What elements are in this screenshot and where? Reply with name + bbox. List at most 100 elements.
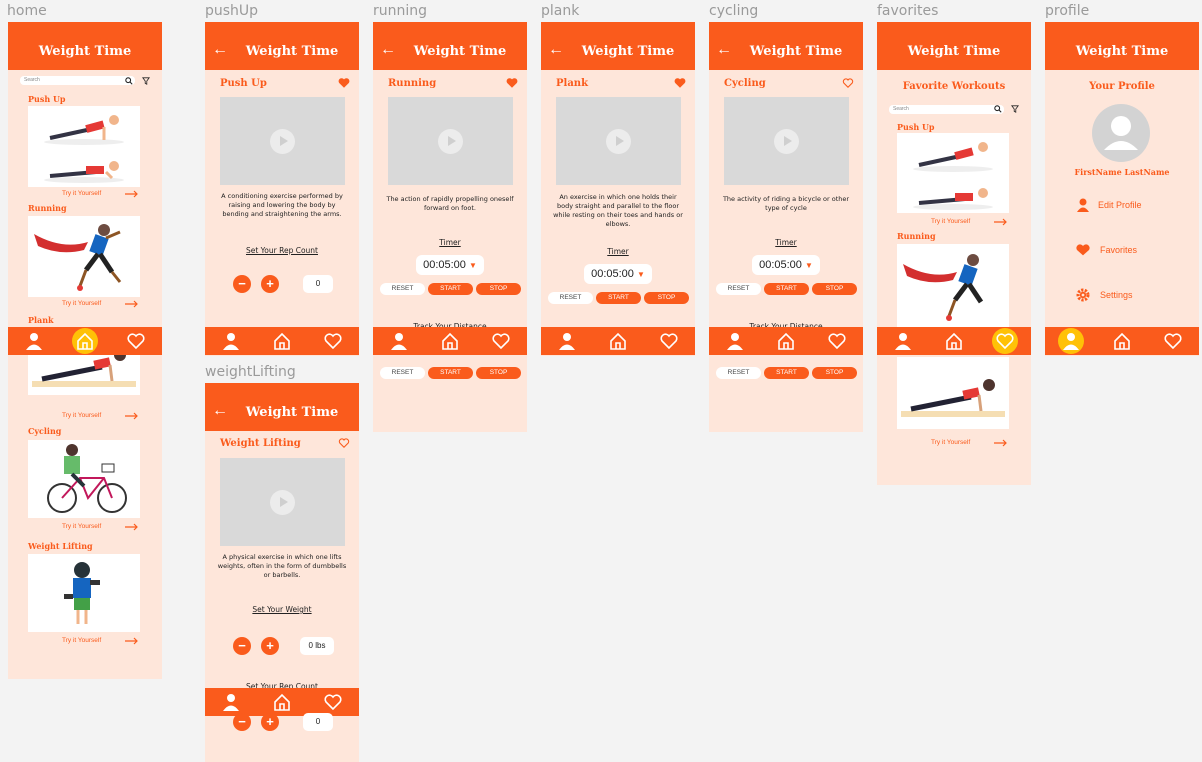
edit-profile-link[interactable]: Edit Profile bbox=[1098, 200, 1142, 210]
reset-button[interactable]: RESET bbox=[716, 283, 761, 295]
stop-button[interactable]: STOP bbox=[644, 292, 689, 304]
cycling-image[interactable] bbox=[28, 440, 140, 518]
plus-button[interactable]: + bbox=[261, 275, 279, 293]
home-icon[interactable] bbox=[944, 331, 964, 351]
profile-icon[interactable] bbox=[221, 692, 241, 712]
stop-button[interactable]: STOP bbox=[476, 283, 521, 295]
profile-icon[interactable] bbox=[557, 331, 577, 351]
timer-select[interactable]: 00:05:00 ▼ bbox=[584, 264, 652, 284]
play-icon[interactable] bbox=[270, 129, 295, 154]
search-icon[interactable] bbox=[125, 77, 133, 85]
set-rep-label[interactable]: Set Your Rep Count bbox=[205, 246, 359, 255]
profile-icon[interactable] bbox=[1061, 331, 1081, 351]
profile-icon[interactable] bbox=[24, 331, 44, 351]
arrow-right-icon[interactable] bbox=[125, 190, 139, 198]
reset-button[interactable]: RESET bbox=[380, 367, 425, 379]
start-button[interactable]: START bbox=[428, 283, 473, 295]
heart-icon[interactable] bbox=[659, 331, 679, 351]
arrow-right-icon[interactable] bbox=[125, 637, 139, 645]
timer-select[interactable]: 00:05:00 ▼ bbox=[416, 255, 484, 275]
video-player[interactable] bbox=[220, 97, 345, 185]
home-icon[interactable] bbox=[1112, 331, 1132, 351]
arrow-right-icon[interactable] bbox=[125, 523, 139, 531]
play-icon[interactable] bbox=[270, 490, 295, 515]
heart-icon[interactable] bbox=[827, 331, 847, 351]
heart-icon[interactable] bbox=[126, 331, 146, 351]
home-icon[interactable] bbox=[75, 331, 95, 351]
plus-button[interactable]: + bbox=[261, 713, 279, 731]
arrow-right-icon[interactable] bbox=[994, 218, 1008, 226]
start-button[interactable]: START bbox=[596, 292, 641, 304]
plank-image[interactable] bbox=[897, 357, 1009, 429]
video-player[interactable] bbox=[724, 97, 849, 185]
running-image[interactable] bbox=[28, 216, 140, 297]
heart-outline-icon[interactable] bbox=[338, 437, 350, 449]
heart-icon[interactable] bbox=[323, 692, 343, 712]
favorites-link[interactable]: Favorites bbox=[1100, 245, 1137, 255]
set-weight-label[interactable]: Set Your Weight bbox=[205, 605, 359, 614]
home-icon[interactable] bbox=[272, 331, 292, 351]
heart-filled-icon[interactable] bbox=[674, 77, 686, 89]
try-link-plank[interactable]: Try it Yourself bbox=[62, 412, 101, 419]
stop-button[interactable]: STOP bbox=[812, 367, 857, 379]
start-button[interactable]: START bbox=[764, 367, 809, 379]
try-link-pushup[interactable]: Try it Yourself bbox=[62, 190, 101, 197]
try-link-plank[interactable]: Try it Yourself bbox=[931, 439, 970, 446]
search-input[interactable]: Search bbox=[20, 76, 135, 85]
play-icon[interactable] bbox=[606, 129, 631, 154]
stop-button[interactable]: STOP bbox=[476, 367, 521, 379]
video-player[interactable] bbox=[388, 97, 513, 185]
heart-icon[interactable] bbox=[1163, 331, 1183, 351]
home-icon[interactable] bbox=[272, 692, 292, 712]
settings-link[interactable]: Settings bbox=[1100, 290, 1133, 300]
profile-icon[interactable] bbox=[389, 331, 409, 351]
weightlifting-image[interactable] bbox=[28, 554, 140, 632]
filter-icon[interactable] bbox=[142, 77, 150, 85]
minus-button[interactable]: − bbox=[233, 637, 251, 655]
running-image[interactable] bbox=[897, 244, 1009, 328]
heart-filled-icon[interactable] bbox=[338, 77, 350, 89]
profile-icon[interactable] bbox=[221, 331, 241, 351]
pushup-image[interactable] bbox=[897, 133, 1009, 213]
arrow-right-icon[interactable] bbox=[994, 439, 1008, 447]
try-link-pushup[interactable]: Try it Yourself bbox=[931, 218, 970, 225]
minus-button[interactable]: − bbox=[233, 713, 251, 731]
try-link-weightlifting[interactable]: Try it Yourself bbox=[62, 637, 101, 644]
filter-icon[interactable] bbox=[1011, 105, 1019, 113]
start-button[interactable]: START bbox=[428, 367, 473, 379]
play-icon[interactable] bbox=[774, 129, 799, 154]
pushup-image[interactable] bbox=[28, 106, 140, 187]
heart-icon[interactable] bbox=[995, 331, 1015, 351]
reset-button[interactable]: RESET bbox=[548, 292, 593, 304]
stop-button[interactable]: STOP bbox=[812, 283, 857, 295]
rep-count-value[interactable]: 0 bbox=[303, 275, 333, 293]
reset-button[interactable]: RESET bbox=[716, 367, 761, 379]
home-icon[interactable] bbox=[776, 331, 796, 351]
profile-screen: Weight Time Your Profile FirstName LastN… bbox=[1045, 22, 1199, 356]
try-link-cycling[interactable]: Try it Yourself bbox=[62, 523, 101, 530]
arrow-right-icon[interactable] bbox=[125, 412, 139, 420]
search-icon[interactable] bbox=[994, 105, 1002, 113]
heart-filled-icon[interactable] bbox=[506, 77, 518, 89]
avatar[interactable] bbox=[1092, 104, 1150, 162]
home-icon[interactable] bbox=[440, 331, 460, 351]
start-button[interactable]: START bbox=[764, 283, 809, 295]
heart-icon[interactable] bbox=[323, 331, 343, 351]
weight-value[interactable]: 0 lbs bbox=[300, 637, 334, 655]
rep-count-value[interactable]: 0 bbox=[303, 713, 333, 731]
profile-icon[interactable] bbox=[893, 331, 913, 351]
search-input[interactable]: Search bbox=[889, 105, 1004, 114]
try-link-running[interactable]: Try it Yourself bbox=[62, 300, 101, 307]
video-player[interactable] bbox=[220, 458, 345, 546]
heart-icon[interactable] bbox=[491, 331, 511, 351]
home-icon[interactable] bbox=[608, 331, 628, 351]
video-player[interactable] bbox=[556, 97, 681, 185]
timer-select[interactable]: 00:05:00 ▼ bbox=[752, 255, 820, 275]
plus-button[interactable]: + bbox=[261, 637, 279, 655]
arrow-right-icon[interactable] bbox=[125, 300, 139, 308]
heart-outline-icon[interactable] bbox=[842, 77, 854, 89]
minus-button[interactable]: − bbox=[233, 275, 251, 293]
play-icon[interactable] bbox=[438, 129, 463, 154]
reset-button[interactable]: RESET bbox=[380, 283, 425, 295]
profile-icon[interactable] bbox=[725, 331, 745, 351]
